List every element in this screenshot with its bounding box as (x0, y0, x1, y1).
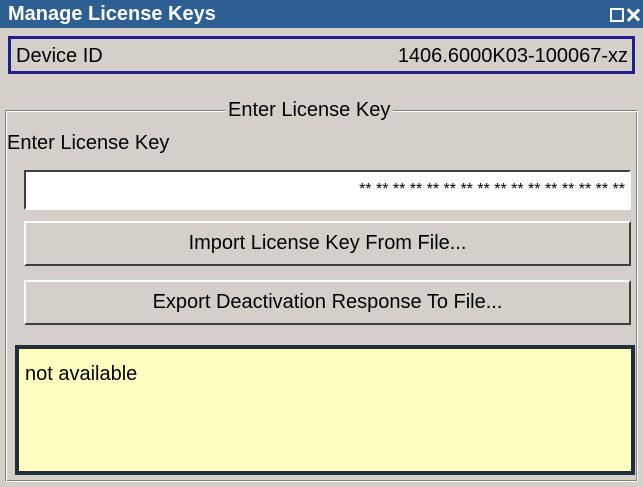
device-id-value: 1406.6000K03-100067-xz (397, 45, 628, 67)
import-license-key-button[interactable]: Import License Key From File... (24, 221, 631, 266)
status-box: not available (15, 345, 635, 475)
device-id-label: Device ID (16, 45, 103, 67)
license-key-input[interactable] (24, 170, 631, 210)
title-bar[interactable]: Manage License Keys (0, 0, 643, 28)
window-title: Manage License Keys (8, 3, 216, 25)
close-icon[interactable] (626, 8, 640, 22)
license-key-label: Enter License Key (7, 132, 170, 154)
restore-icon[interactable] (610, 8, 624, 22)
device-id-row[interactable]: Device ID 1406.6000K03-100067-xz (8, 36, 635, 74)
group-title: Enter License Key (225, 98, 394, 122)
export-deactivation-response-button[interactable]: Export Deactivation Response To File... (24, 280, 631, 325)
manage-license-keys-dialog: Manage License Keys Device ID 1406.6000K… (0, 0, 643, 487)
status-text: not available (25, 363, 138, 385)
